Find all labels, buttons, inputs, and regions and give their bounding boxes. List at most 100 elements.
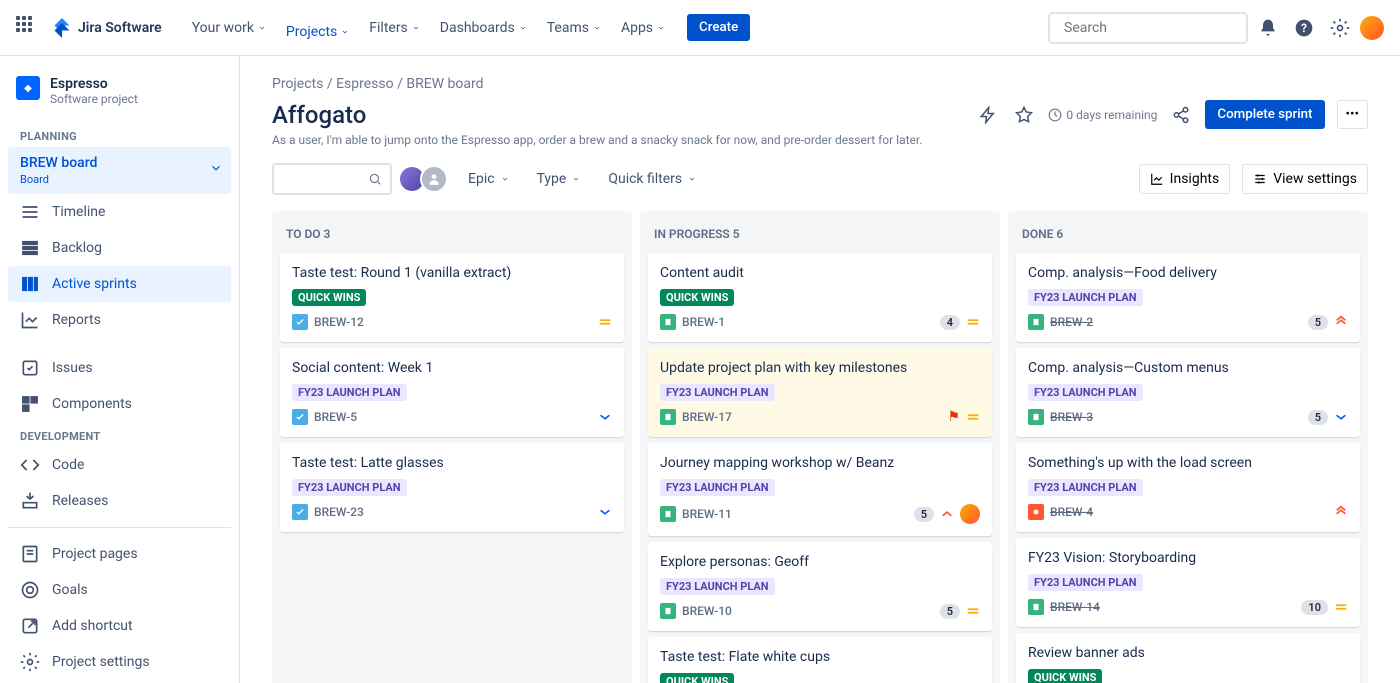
sidebar-project-pages[interactable]: Project pages [8, 536, 231, 572]
issue-card[interactable]: Taste test: Flate white cups QUICK WINS … [648, 637, 992, 683]
issue-card[interactable]: Update project plan with key milestones … [648, 348, 992, 437]
product-logo[interactable]: Jira Software [52, 18, 162, 38]
share-icon[interactable] [1169, 103, 1193, 127]
project-type: Software project [50, 92, 138, 106]
automation-icon[interactable] [976, 103, 1000, 127]
sidebar-components[interactable]: Components [8, 386, 231, 422]
issue-card[interactable]: Comp. analysis—Custom menus FY23 LAUNCH … [1016, 348, 1360, 437]
assignee-filter[interactable] [404, 165, 448, 193]
card-title: Update project plan with key milestones [660, 360, 980, 376]
quick-filters[interactable]: Quick filters [600, 165, 704, 193]
sidebar-board-picker[interactable]: BREW board Board [8, 147, 231, 194]
issue-key: BREW-3 [1050, 410, 1093, 424]
clock-icon [1048, 108, 1062, 122]
type-filter[interactable]: Type [529, 165, 589, 193]
sidebar-reports[interactable]: Reports [8, 302, 231, 338]
app-switcher-icon[interactable] [16, 16, 40, 40]
breadcrumb-project[interactable]: Espresso [336, 76, 394, 92]
issue-card[interactable]: Comp. analysis—Food delivery FY23 LAUNCH… [1016, 253, 1360, 342]
sidebar-timeline[interactable]: Timeline [8, 194, 231, 230]
issue-key: BREW-5 [314, 410, 357, 424]
issue-card[interactable]: Taste test: Round 1 (vanilla extract) QU… [280, 253, 624, 342]
epic-tag[interactable]: FY23 LAUNCH PLAN [1028, 384, 1143, 401]
insights-button[interactable]: Insights [1139, 164, 1231, 194]
issue-card[interactable]: Review banner ads QUICK WINS BREW-20 [1016, 633, 1360, 683]
nav-projects[interactable]: Projects [276, 12, 359, 60]
card-title: Comp. analysis—Custom menus [1028, 360, 1348, 376]
sidebar-project-settings[interactable]: Project settings [8, 644, 231, 680]
issue-card[interactable]: Explore personas: Geoff FY23 LAUNCH PLAN… [648, 542, 992, 631]
notifications-icon[interactable] [1252, 12, 1284, 44]
complete-sprint-button[interactable]: Complete sprint [1205, 100, 1324, 129]
board: TO DO 3 Taste test: Round 1 (vanilla ext… [272, 211, 1368, 683]
epic-tag[interactable]: QUICK WINS [660, 673, 734, 683]
sidebar-add-shortcut[interactable]: Add shortcut [8, 608, 231, 644]
nav-filters[interactable]: Filters [359, 12, 430, 44]
card-title: Journey mapping workshop w/ Beanz [660, 455, 980, 471]
epic-tag[interactable]: FY23 LAUNCH PLAN [1028, 574, 1143, 591]
user-avatar[interactable] [1360, 16, 1384, 40]
epic-tag[interactable]: FY23 LAUNCH PLAN [1028, 479, 1143, 496]
board-search[interactable] [272, 163, 392, 195]
avatar-unassigned[interactable] [420, 165, 448, 193]
sidebar-code[interactable]: Code [8, 447, 231, 483]
header-actions: 0 days remaining Complete sprint ••• [976, 100, 1368, 129]
column-header: DONE 6 [1016, 219, 1360, 253]
chevron-down-icon [209, 161, 223, 175]
breadcrumb-projects[interactable]: Projects [272, 76, 323, 92]
nav-apps[interactable]: Apps [611, 12, 675, 44]
project-name: Espresso [50, 76, 138, 92]
more-actions-button[interactable]: ••• [1337, 100, 1369, 129]
epic-tag[interactable]: QUICK WINS [292, 289, 366, 306]
project-header[interactable]: ◆ Espresso Software project [8, 72, 231, 122]
card-title: Explore personas: Geoff [660, 554, 980, 570]
sprint-goal: As a user, I'm able to jump onto the Esp… [272, 133, 1368, 147]
column-in-progress: IN PROGRESS 5 Content audit QUICK WINS B… [640, 211, 1000, 683]
epic-tag[interactable]: FY23 LAUNCH PLAN [1028, 289, 1143, 306]
breadcrumb-board[interactable]: BREW board [406, 76, 483, 92]
search-input[interactable] [1064, 20, 1242, 36]
sidebar-backlog[interactable]: Backlog [8, 230, 231, 266]
sidebar-releases[interactable]: Releases [8, 483, 231, 519]
issue-card[interactable]: Content audit QUICK WINS BREW-1 4 [648, 253, 992, 342]
epic-tag[interactable]: FY23 LAUNCH PLAN [660, 479, 775, 496]
card-title: Taste test: Flate white cups [660, 649, 980, 665]
create-button[interactable]: Create [687, 14, 750, 41]
issue-key: BREW-4 [1050, 505, 1093, 519]
epic-tag[interactable]: FY23 LAUNCH PLAN [292, 479, 407, 496]
nav-your-work[interactable]: Your work [182, 12, 276, 44]
issue-card[interactable]: Something's up with the load screen FY23… [1016, 443, 1360, 532]
column-to-do: TO DO 3 Taste test: Round 1 (vanilla ext… [272, 211, 632, 683]
issue-card[interactable]: Journey mapping workshop w/ Beanz FY23 L… [648, 443, 992, 536]
star-icon[interactable] [1012, 103, 1036, 127]
chart-icon [1150, 172, 1164, 186]
column-done: DONE 6 Comp. analysis—Food delivery FY23… [1008, 211, 1368, 683]
settings-icon[interactable] [1324, 12, 1356, 44]
main-content: Projects / Espresso / BREW board Affogat… [240, 56, 1400, 683]
help-icon[interactable]: ? [1288, 12, 1320, 44]
view-settings-button[interactable]: View settings [1242, 164, 1368, 194]
board-sub: Board [20, 173, 49, 186]
sidebar-issues[interactable]: Issues [8, 350, 231, 386]
breadcrumb: Projects / Espresso / BREW board [272, 76, 1368, 92]
nav-dashboards[interactable]: Dashboards [430, 12, 537, 44]
epic-tag[interactable]: QUICK WINS [660, 289, 734, 306]
issue-card[interactable]: FY23 Vision: Storyboarding FY23 LAUNCH P… [1016, 538, 1360, 627]
section-planning: PLANNING [8, 122, 231, 147]
sidebar-active-sprints[interactable]: Active sprints [8, 266, 231, 302]
card-title: Taste test: Latte glasses [292, 455, 612, 471]
issue-key: BREW-10 [682, 604, 732, 618]
issue-card[interactable]: Social content: Week 1 FY23 LAUNCH PLAN … [280, 348, 624, 437]
global-search[interactable] [1048, 12, 1248, 44]
sidebar-goals[interactable]: Goals [8, 572, 231, 608]
estimate-badge: 5 [1308, 410, 1328, 425]
card-title: Something's up with the load screen [1028, 455, 1348, 471]
issue-card[interactable]: Taste test: Latte glasses FY23 LAUNCH PL… [280, 443, 624, 532]
epic-tag[interactable]: FY23 LAUNCH PLAN [660, 578, 775, 595]
epic-tag[interactable]: FY23 LAUNCH PLAN [292, 384, 407, 401]
sprint-title: Affogato [272, 101, 366, 129]
epic-tag[interactable]: QUICK WINS [1028, 669, 1102, 683]
epic-tag[interactable]: FY23 LAUNCH PLAN [660, 384, 775, 401]
epic-filter[interactable]: Epic [460, 165, 517, 193]
nav-teams[interactable]: Teams [537, 12, 611, 44]
